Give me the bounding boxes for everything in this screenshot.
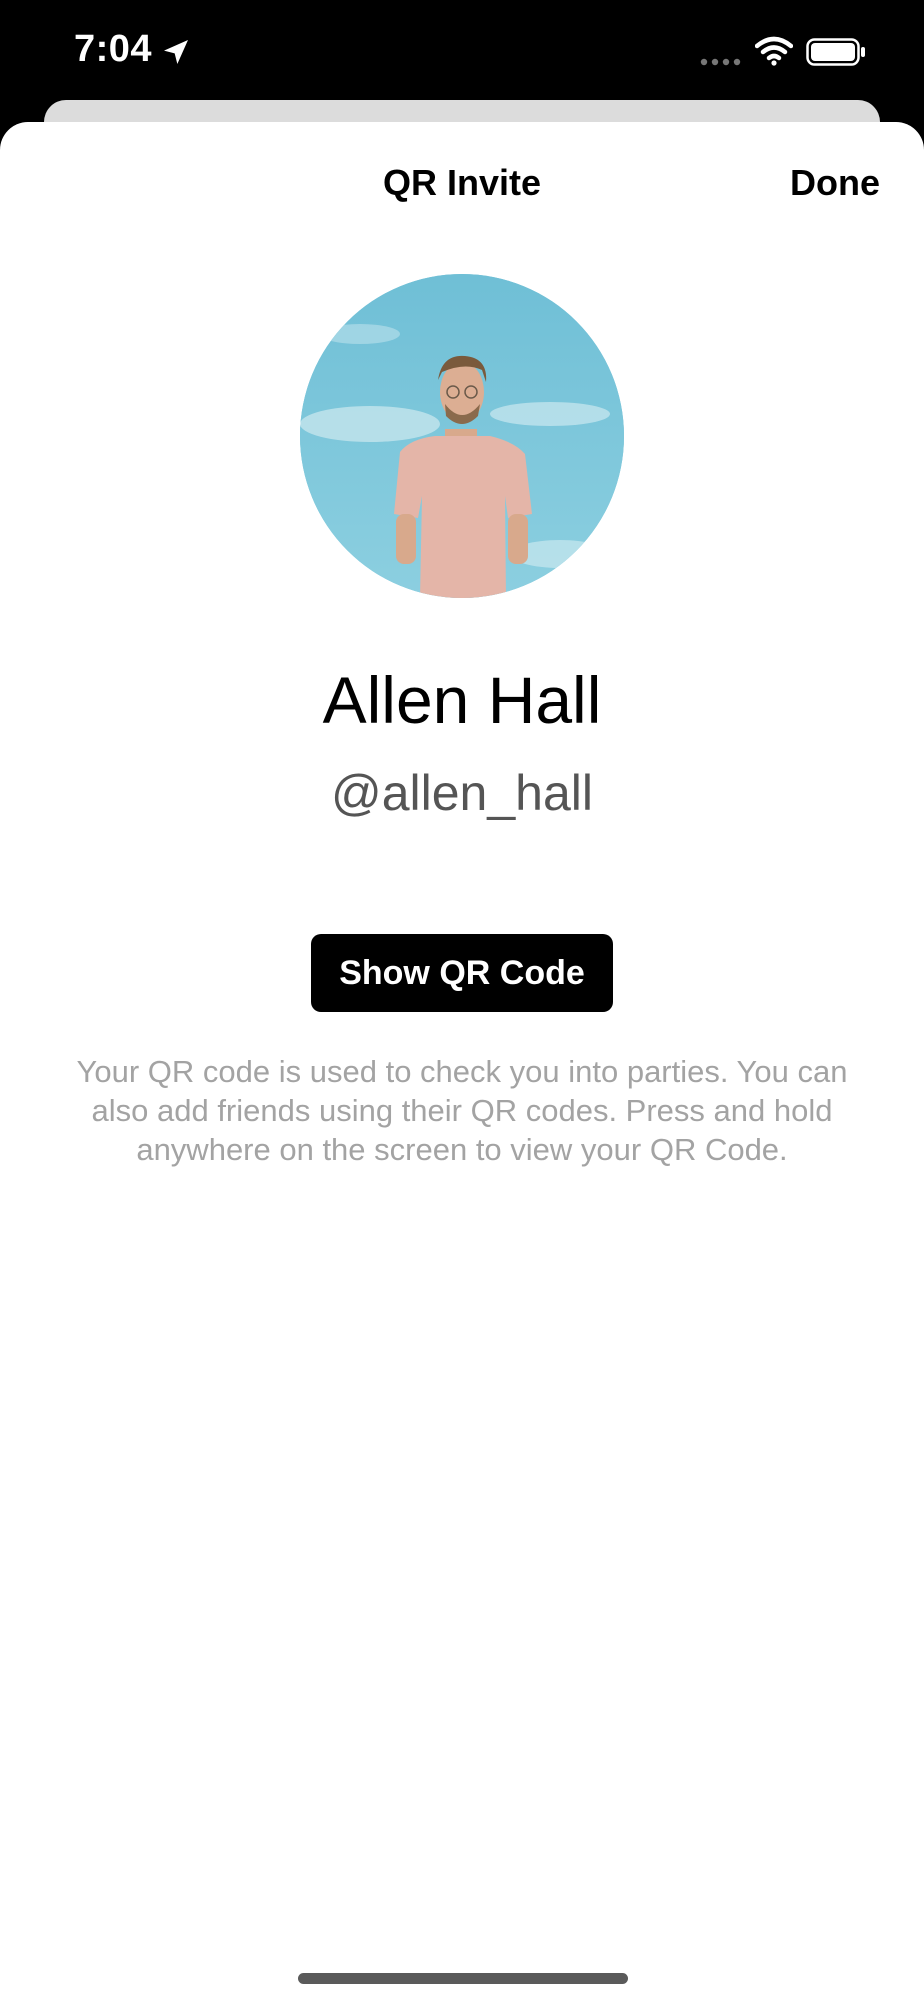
avatar xyxy=(300,274,624,598)
profile-handle: @allen_hall xyxy=(330,765,594,821)
home-indicator[interactable] xyxy=(298,1973,628,1984)
qr-invite-sheet: QR Invite Done Allen Hall @allen_hall Sh… xyxy=(0,122,924,2000)
profile-photo xyxy=(300,274,624,598)
battery-icon xyxy=(806,38,865,66)
profile-name: Allen Hall xyxy=(322,663,602,737)
wifi-icon xyxy=(755,36,793,66)
show-qr-code-button[interactable]: Show QR Code xyxy=(311,934,613,1012)
sheet-title: QR Invite xyxy=(382,162,542,203)
done-button[interactable]: Done xyxy=(790,162,880,204)
screen: 7:04 QR Invite Done Allen Hall @allen_ha… xyxy=(0,0,924,2000)
qr-description: Your QR code is used to check you into p… xyxy=(76,1054,848,1167)
location-arrow-icon xyxy=(164,40,188,64)
signal-icon xyxy=(700,58,741,66)
status-bar: 7:04 xyxy=(0,0,924,100)
status-time: 7:04 xyxy=(74,28,153,70)
